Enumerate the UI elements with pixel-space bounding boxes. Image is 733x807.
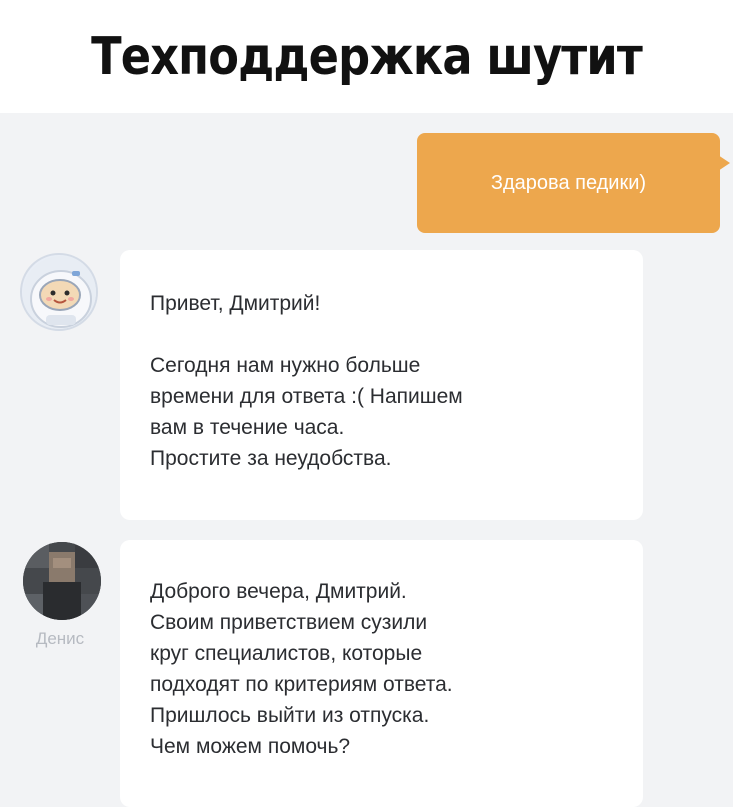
- message-line: Чем можем помочь?: [150, 735, 351, 758]
- outgoing-message-bubble[interactable]: Здарова педики): [417, 133, 730, 233]
- message-line: времени для ответа :( Напишем: [150, 385, 463, 408]
- message-line: подходят по критериям ответа.: [150, 673, 453, 696]
- chat-area[interactable]: Здарова педики) Привет, Дмитрий! Сегодня…: [0, 113, 733, 807]
- meme-title: Техподдержка шутит: [51, 0, 682, 113]
- astronaut-avatar-icon[interactable]: [20, 253, 98, 331]
- message-line: вам в течение часа.: [150, 416, 345, 439]
- message-line: Сегодня нам нужно больше: [150, 354, 421, 377]
- incoming-message-bubble[interactable]: Доброго вечера, Дмитрий. Своим приветств…: [120, 540, 643, 807]
- outgoing-message-text: Здарова педики): [490, 171, 647, 194]
- sender-name: Денис: [35, 629, 85, 648]
- message-line: круг специалистов, которые: [150, 642, 423, 665]
- message-line: Доброго вечера, Дмитрий.: [150, 580, 407, 603]
- message-line: Пришлось выйти из отпуска.: [150, 704, 430, 727]
- message-line: Простите за неудобства.: [150, 447, 392, 470]
- incoming-message-bubble[interactable]: Привет, Дмитрий! Сегодня нам нужно больш…: [120, 250, 643, 520]
- message-line: Привет, Дмитрий!: [150, 292, 321, 315]
- message-line: Своим приветствием сузили: [150, 611, 428, 634]
- blurred-person-avatar-icon[interactable]: [23, 542, 101, 620]
